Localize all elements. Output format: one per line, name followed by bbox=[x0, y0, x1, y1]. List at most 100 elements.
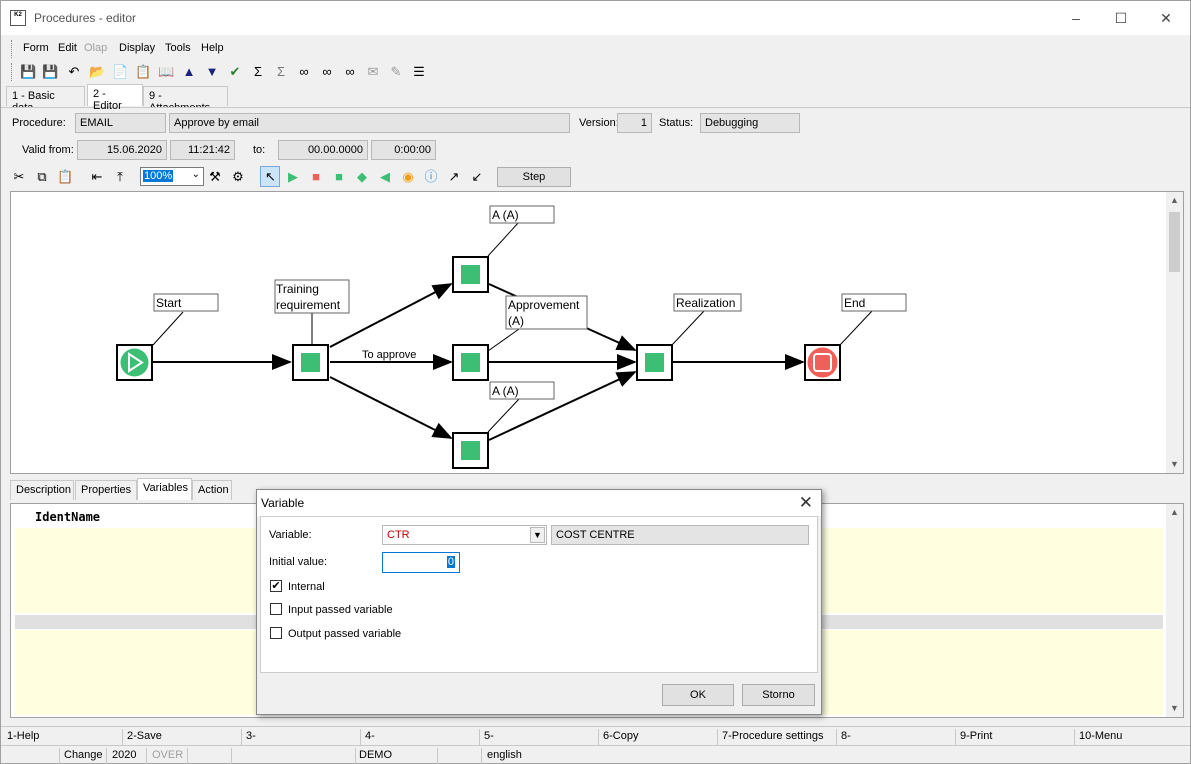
output-passed-checkbox[interactable] bbox=[270, 627, 282, 639]
fkey-print[interactable]: 9-Print bbox=[960, 730, 992, 742]
tab-action[interactable]: Action bbox=[192, 480, 232, 500]
menu-form[interactable]: Form bbox=[23, 42, 49, 54]
decision-node-icon[interactable]: ◆ bbox=[354, 169, 370, 185]
align-top-icon[interactable]: ⤒ bbox=[112, 169, 128, 185]
arrow-link-icon[interactable]: ↗ bbox=[446, 169, 462, 185]
grid-header-identname[interactable]: IdentName bbox=[35, 510, 100, 524]
sigma-icon[interactable]: Σ bbox=[250, 64, 266, 80]
fkey-3[interactable]: 3- bbox=[246, 730, 256, 742]
end-node-icon[interactable]: ■ bbox=[308, 169, 324, 185]
input-passed-checkbox[interactable] bbox=[270, 603, 282, 615]
info-node-icon[interactable]: ⓘ bbox=[423, 169, 439, 185]
valid-from-time-field[interactable]: 11:21:42 bbox=[170, 140, 235, 160]
valid-to-date-field[interactable]: 00.00.0000 bbox=[278, 140, 368, 160]
storno-button[interactable]: Storno bbox=[742, 684, 815, 706]
a-top-node[interactable] bbox=[452, 256, 489, 293]
back-node-icon[interactable]: ◀ bbox=[377, 169, 393, 185]
menu-display[interactable]: Display bbox=[119, 42, 155, 54]
menu-lines-icon[interactable]: ☰ bbox=[411, 64, 427, 80]
fkey-8[interactable]: 8- bbox=[841, 730, 851, 742]
variable-dropdown-icon[interactable]: ▼ bbox=[530, 527, 545, 543]
maximize-button[interactable]: ☐ bbox=[1098, 1, 1144, 35]
training-node[interactable] bbox=[292, 344, 329, 381]
tab-basic-data[interactable]: 1 - Basic data bbox=[6, 86, 85, 114]
binoculars-next-icon[interactable]: ∞ bbox=[319, 64, 335, 80]
new-document-icon[interactable]: 📄 bbox=[112, 64, 128, 80]
grid-scroll-up-icon[interactable]: ▲ bbox=[1166, 504, 1183, 521]
valid-from-date-field[interactable]: 15.06.2020 bbox=[77, 140, 167, 160]
fkey-menu[interactable]: 10-Menu bbox=[1079, 730, 1122, 742]
binoculars-search-icon[interactable]: ∞ bbox=[342, 64, 358, 80]
dialog-title-bar: Variable ✕ bbox=[257, 490, 821, 516]
arrow-up-icon[interactable]: ▲ bbox=[181, 64, 197, 80]
step-sequence-button[interactable]: Step sequence bbox=[497, 167, 571, 201]
version-field[interactable]: 1 bbox=[617, 113, 652, 133]
sigma-settings-icon[interactable]: Σ bbox=[273, 64, 289, 80]
save-icon[interactable]: 💾 bbox=[20, 64, 36, 80]
fkey-4[interactable]: 4- bbox=[365, 730, 375, 742]
tab-variables[interactable]: Variables bbox=[137, 478, 192, 500]
filter-icon[interactable]: ✔ bbox=[227, 64, 243, 80]
mail-icon[interactable]: ✉ bbox=[365, 64, 381, 80]
fkey-copy[interactable]: 6-Copy bbox=[603, 730, 638, 742]
a-bottom-node[interactable] bbox=[452, 432, 489, 469]
diagram-canvas[interactable]: Start Training requirement A (A) Approve… bbox=[10, 191, 1184, 474]
tab-description[interactable]: Description bbox=[10, 480, 74, 500]
copy-document-icon[interactable]: 📋 bbox=[135, 64, 151, 80]
paste-icon[interactable]: 📋 bbox=[57, 169, 73, 185]
end-node[interactable] bbox=[804, 344, 841, 381]
fkey-save[interactable]: 2-Save bbox=[127, 730, 162, 742]
valid-to-time-field[interactable]: 0:00:00 bbox=[371, 140, 436, 160]
ok-button[interactable]: OK bbox=[662, 684, 734, 706]
menu-help[interactable]: Help bbox=[201, 42, 224, 54]
fkey-5[interactable]: 5- bbox=[484, 730, 494, 742]
tab-editor[interactable]: 2 - Editor bbox=[87, 84, 143, 112]
initial-value-input[interactable]: 0 bbox=[382, 552, 460, 573]
binoculars-icon[interactable]: ∞ bbox=[296, 64, 312, 80]
scroll-thumb[interactable] bbox=[1169, 212, 1180, 272]
menu-edit[interactable]: Edit bbox=[58, 42, 77, 54]
start-node-icon[interactable]: ▶ bbox=[285, 169, 301, 185]
canvas-scrollbar[interactable]: ▲ ▼ bbox=[1166, 192, 1183, 473]
edge-training-a-bottom[interactable] bbox=[329, 376, 453, 439]
fkey-procedure-settings[interactable]: 7-Procedure settings bbox=[722, 730, 824, 742]
align-left-icon[interactable]: ⇤ bbox=[89, 169, 105, 185]
book-icon[interactable]: 📖 bbox=[158, 64, 174, 80]
settings-icon[interactable]: ⚙ bbox=[230, 169, 246, 185]
undo-icon[interactable]: ↶ bbox=[66, 64, 82, 80]
pointer-tool[interactable]: ↖ bbox=[260, 166, 280, 187]
status-field[interactable]: Debugging bbox=[700, 113, 800, 133]
dialog-close-icon[interactable]: ✕ bbox=[799, 493, 813, 513]
copy-icon[interactable]: ⧉ bbox=[34, 169, 50, 185]
menu-bar: Form Edit Olap Display Tools Help bbox=[1, 38, 1190, 60]
arrow-back-link-icon[interactable]: ↙ bbox=[469, 169, 485, 185]
fkey-help[interactable]: 1-Help bbox=[7, 730, 39, 742]
procedure-name-field[interactable]: Approve by email bbox=[169, 113, 570, 133]
tab-properties[interactable]: Properties bbox=[75, 480, 137, 500]
zoom-select[interactable]: 100% ⌄ bbox=[140, 167, 204, 186]
open-folder-icon[interactable]: 📂 bbox=[89, 64, 105, 80]
save-close-icon[interactable]: 💾 bbox=[42, 64, 58, 80]
cut-icon[interactable]: ✂ bbox=[11, 169, 27, 185]
notes-icon[interactable]: ✎ bbox=[388, 64, 404, 80]
variable-select[interactable]: CTR ▼ bbox=[382, 525, 547, 545]
tab-attachments[interactable]: 9 - Attachments bbox=[143, 86, 228, 114]
event-node-icon[interactable]: ◉ bbox=[400, 169, 416, 185]
minimize-button[interactable]: – bbox=[1053, 1, 1099, 35]
scroll-up-icon[interactable]: ▲ bbox=[1166, 192, 1183, 209]
scroll-down-icon[interactable]: ▼ bbox=[1166, 456, 1183, 473]
grid-scrollbar[interactable]: ▲ ▼ bbox=[1166, 504, 1183, 717]
step-node-icon[interactable]: ■ bbox=[331, 169, 347, 185]
start-node[interactable] bbox=[116, 344, 153, 381]
grid-scroll-down-icon[interactable]: ▼ bbox=[1166, 700, 1183, 717]
procedure-code-field[interactable]: EMAIL bbox=[75, 113, 166, 133]
approve-node[interactable] bbox=[452, 344, 489, 381]
menu-olap[interactable]: Olap bbox=[84, 42, 107, 54]
a-bottom-label-connector bbox=[487, 398, 520, 433]
arrow-down-icon[interactable]: ▼ bbox=[204, 64, 220, 80]
tools-icon[interactable]: ⚒ bbox=[207, 169, 223, 185]
menu-tools[interactable]: Tools bbox=[165, 42, 191, 54]
close-button[interactable]: ✕ bbox=[1143, 1, 1189, 35]
realization-node[interactable] bbox=[636, 344, 673, 381]
internal-checkbox[interactable]: ✔ bbox=[270, 580, 282, 592]
